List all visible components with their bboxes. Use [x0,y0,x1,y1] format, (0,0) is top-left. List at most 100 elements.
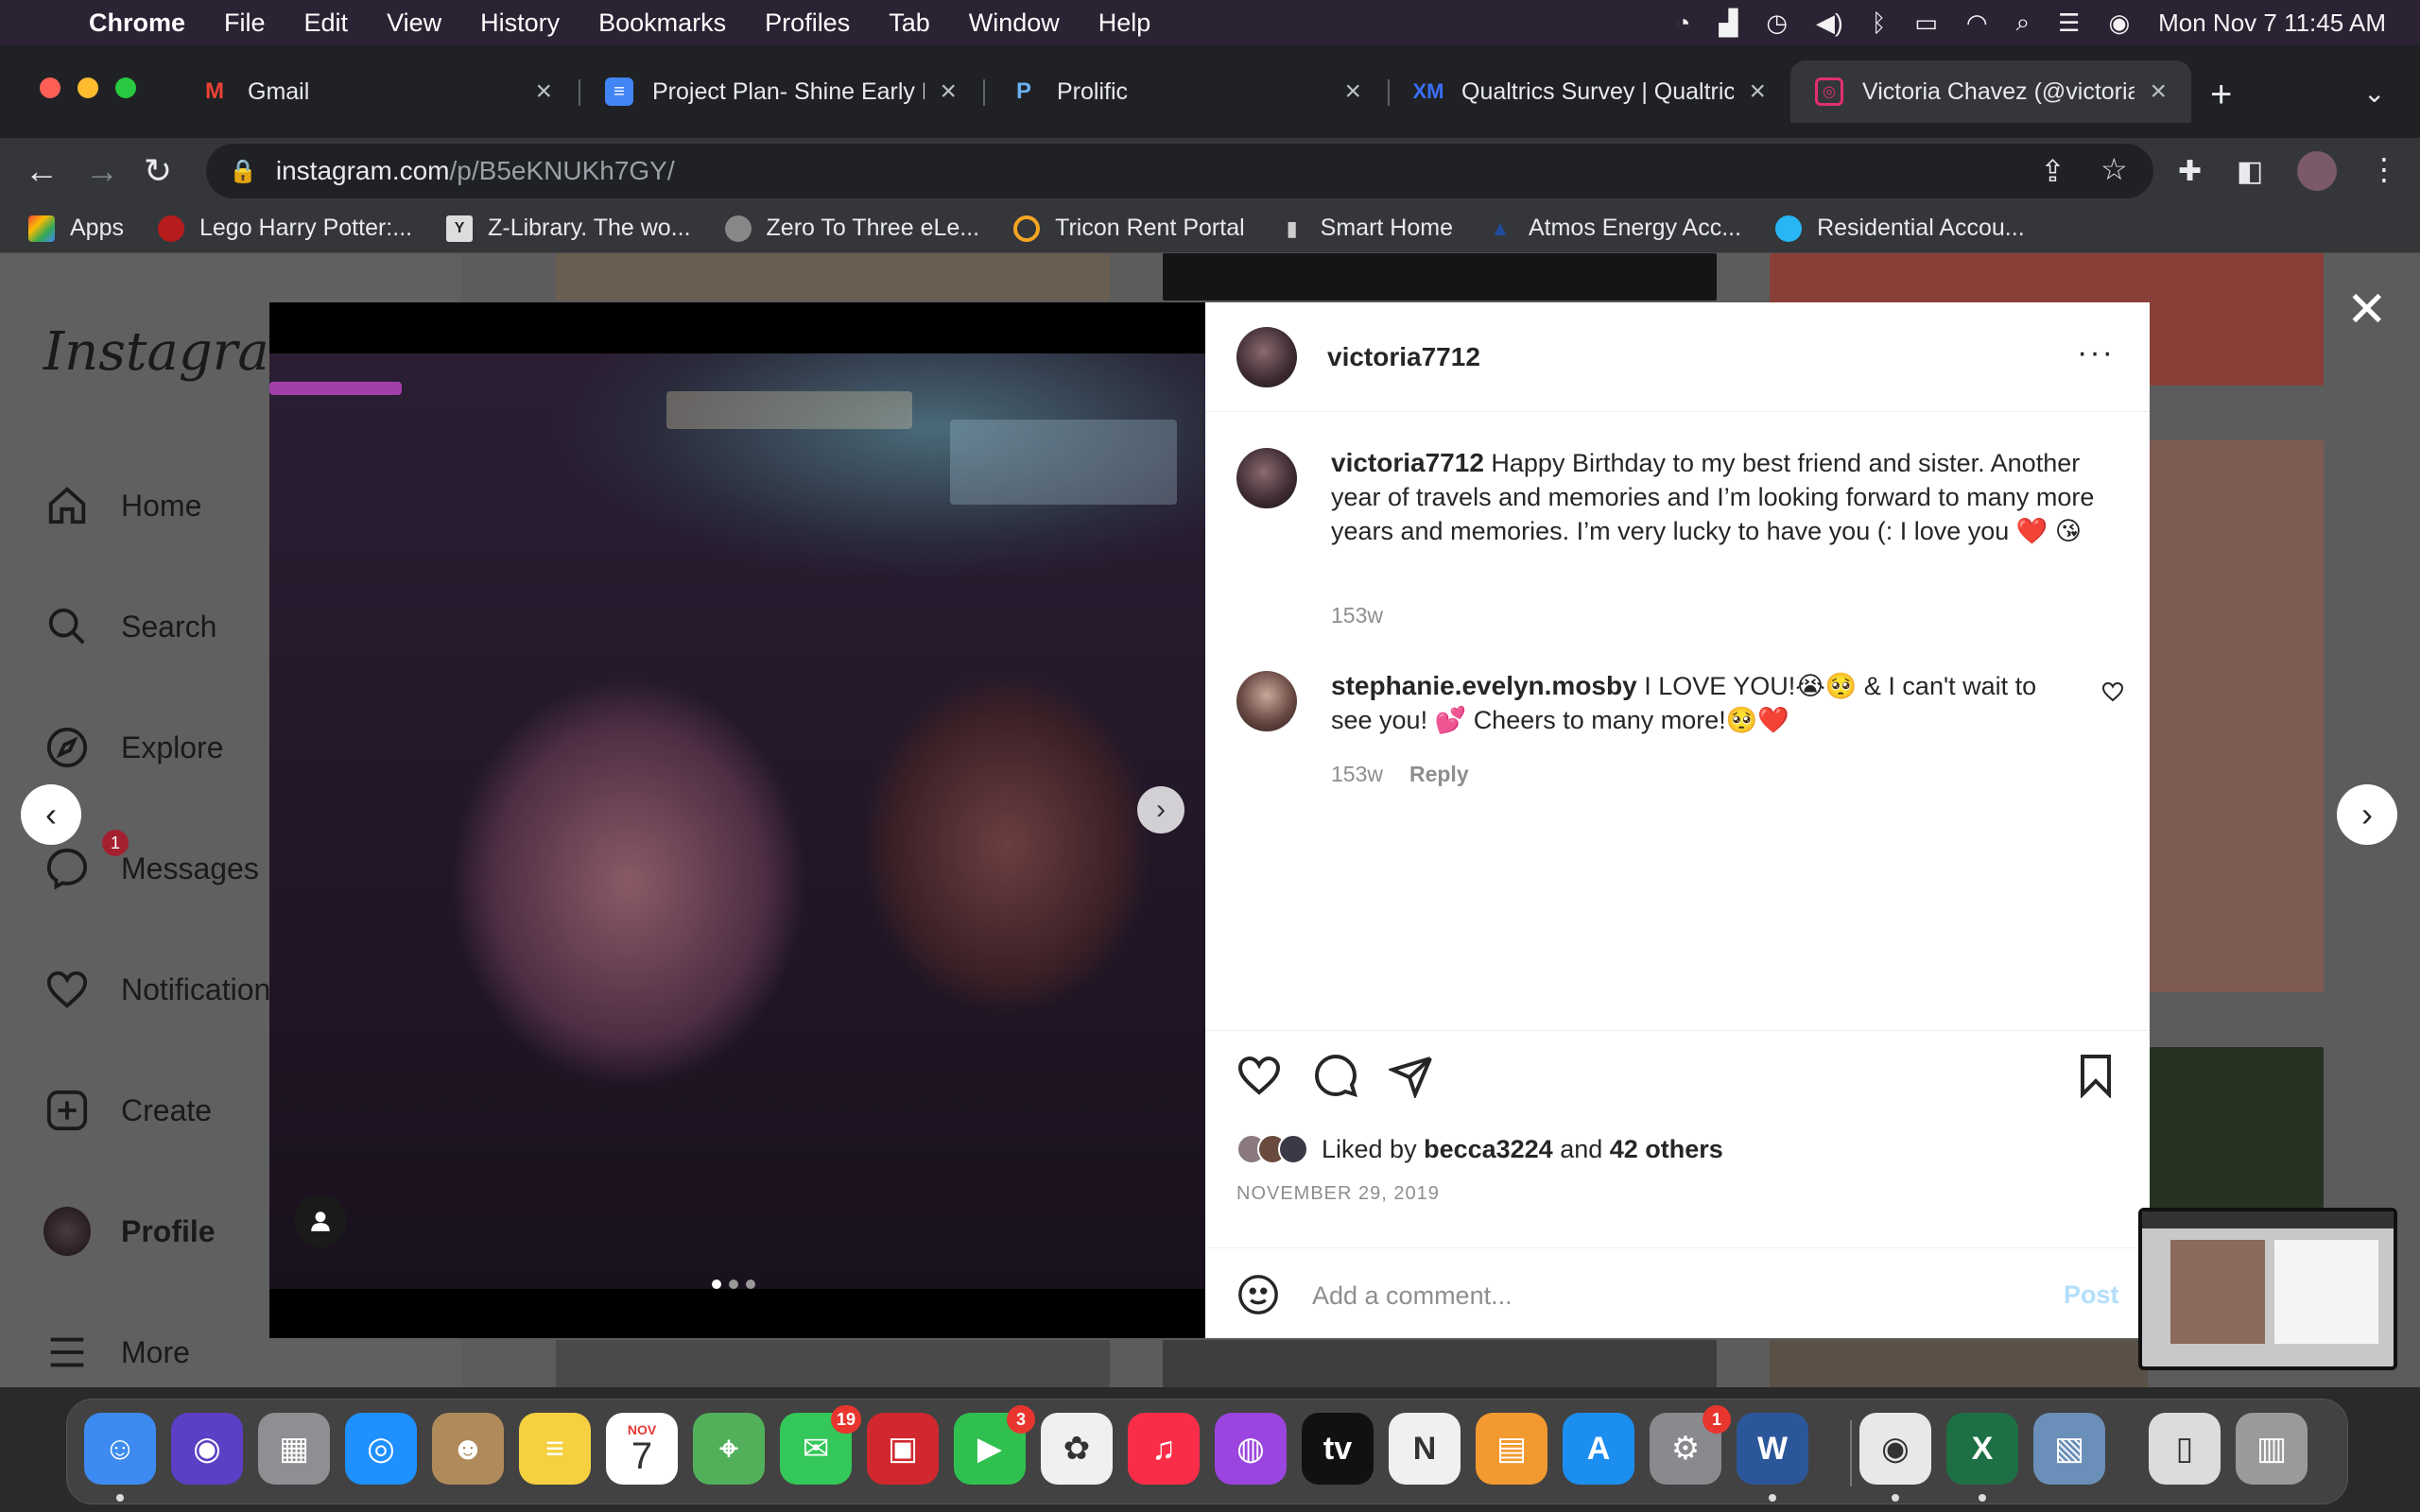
dock-podcasts-icon[interactable]: ◍ [1215,1413,1287,1485]
caption-username[interactable]: victoria7712 [1331,448,1484,477]
bookmark-tricon[interactable]: Tricon Rent Portal [1013,215,1245,242]
author-avatar[interactable] [1236,327,1297,387]
new-tab-button[interactable]: + [2210,74,2232,116]
dock-excel-icon[interactable]: X [1946,1413,2018,1485]
nav-create[interactable]: Create [43,1087,212,1134]
caption-avatar[interactable] [1236,448,1297,508]
feed-tile[interactable] [556,253,1110,301]
nav-search[interactable]: Search [43,603,216,650]
close-icon[interactable]: × [1749,76,1766,108]
reply-link[interactable]: Reply [1409,762,1469,786]
feed-tile[interactable] [556,1340,1110,1387]
post-date[interactable]: NOVEMBER 29, 2019 [1236,1183,1440,1205]
dock-messages-icon[interactable]: ✉ 19 [780,1405,861,1485]
emoji-icon[interactable] [1236,1273,1280,1321]
tab-project-plan[interactable]: ≡ Project Plan- Shine Early L × [580,60,981,123]
feed-tile[interactable] [2150,440,2324,992]
menu-help[interactable]: Help [1098,9,1151,38]
close-icon[interactable]: × [1344,76,1361,108]
lock-icon[interactable]: 🔒 [229,158,257,185]
tab-gmail[interactable]: M Gmail × [176,60,577,123]
dock-calendar-icon[interactable]: NOV 7 [606,1413,678,1485]
menu-app-name[interactable]: Chrome [89,9,185,38]
dock-trash-icon[interactable]: ▥ [2236,1413,2308,1485]
dock-siri-icon[interactable]: ◉ [171,1413,243,1485]
feed-tile[interactable] [1163,253,1717,301]
caption-timestamp[interactable]: 153w [1331,603,1383,628]
comment-username[interactable]: stephanie.evelyn.mosby [1331,671,1637,700]
dock-app-store-icon[interactable]: A [1563,1413,1634,1485]
focus-icon[interactable]: ◔ [1676,9,1691,38]
menu-tab[interactable]: Tab [889,9,930,38]
dock-maps-icon[interactable]: ⌖ [693,1413,765,1485]
bookmark-z-library[interactable]: Y Z-Library. The wo... [446,215,691,242]
dock-finder-icon[interactable]: ☺ [84,1413,156,1485]
bookmark-lego-harry-potter[interactable]: Lego Harry Potter:... [157,215,412,242]
dock-launchpad-icon[interactable]: ▦ [258,1413,330,1485]
menu-file[interactable]: File [224,9,266,38]
dock-documents-icon[interactable]: ▯ [2149,1413,2221,1485]
dock-facetime-icon[interactable]: ▶ 3 [954,1405,1035,1485]
commenter-avatar[interactable] [1236,671,1297,731]
tab-search-icon[interactable]: ⌄ [2363,77,2385,109]
liker-avatar[interactable] [1278,1134,1308,1164]
nav-notifications[interactable]: Notifications [43,966,285,1013]
dock-music-icon[interactable]: ♫ [1128,1413,1200,1485]
dock-system-preferences-icon[interactable]: ⚙ 1 [1650,1405,1731,1485]
dock-preview-icon[interactable]: ▧ [2033,1413,2105,1485]
save-bookmark-icon[interactable] [2073,1053,2118,1103]
comment-timestamp[interactable]: 153w [1331,762,1383,786]
notification-icon[interactable]: ▟ [1719,9,1737,38]
menu-history[interactable]: History [480,9,560,38]
forward-icon[interactable]: → [85,151,119,191]
close-icon[interactable]: × [535,76,552,108]
liked-others-link[interactable]: 42 others [1610,1135,1723,1163]
menu-edit[interactable]: Edit [304,9,349,38]
bookmark-smart-home[interactable]: ▮ Smart Home [1279,215,1453,242]
volume-icon[interactable]: ◀) [1816,9,1843,38]
dock-photos-icon[interactable]: ✿ [1041,1413,1113,1485]
dock-books-icon[interactable]: ▤ [1476,1413,1547,1485]
time-machine-icon[interactable]: ◷ [1766,9,1788,38]
bookmark-atmos-energy[interactable]: ▲ Atmos Energy Acc... [1487,215,1741,242]
dock-chrome-icon[interactable]: ◉ [1859,1413,1931,1485]
extensions-icon[interactable]: ✚ [2178,155,2202,188]
back-icon[interactable]: ← [25,151,59,191]
bookmark-apps[interactable]: Apps [28,215,124,242]
post-comment-button[interactable]: Post [2064,1280,2119,1310]
dock-photo-booth-icon[interactable]: ▣ [867,1413,939,1485]
nav-home[interactable]: Home [43,482,201,529]
control-center-icon[interactable]: ☰ [2058,9,2080,38]
side-panel-icon[interactable]: ◧ [2237,155,2263,188]
window-minimize-button[interactable] [78,77,98,98]
nav-more[interactable]: More [43,1329,190,1376]
bookmark-star-icon[interactable]: ☆ [2100,151,2128,187]
window-zoom-button[interactable] [115,77,136,98]
next-post-button[interactable]: › [2337,784,2397,845]
dock-contacts-icon[interactable]: ☻ [432,1413,504,1485]
battery-icon[interactable]: ▭ [1914,9,1938,38]
feed-tile[interactable] [1163,1340,1717,1387]
tab-instagram[interactable]: ◎ Victoria Chavez (@victoria × [1790,60,2191,123]
author-username[interactable]: victoria7712 [1327,342,1480,372]
like-comment-icon[interactable] [2101,680,2124,708]
close-icon[interactable]: × [2150,76,2167,108]
previous-post-button[interactable]: ‹ [21,784,81,845]
menu-window[interactable]: Window [969,9,1060,38]
siri-icon[interactable]: ◉ [2108,9,2130,38]
close-modal-icon[interactable]: ✕ [2346,282,2388,338]
comment-input[interactable] [1312,1279,2031,1313]
profile-avatar[interactable] [2297,151,2337,191]
carousel-next-button[interactable]: › [1137,786,1184,833]
post-photo[interactable] [269,353,1205,1289]
share-icon[interactable]: ⇪ [2040,153,2066,189]
spotlight-search-icon[interactable]: ⌕ [2016,8,2031,38]
nav-messages[interactable]: 1 Messages [43,830,259,892]
dock-word-icon[interactable]: W [1737,1413,1808,1485]
tab-prolific[interactable]: P Prolific × [985,60,1386,123]
menu-clock[interactable]: Mon Nov 7 11:45 AM [2158,9,2386,38]
dock-news-icon[interactable]: N [1389,1413,1461,1485]
dock-notes-icon[interactable]: ≡ [519,1413,591,1485]
chrome-menu-icon[interactable]: ⋮ [2369,151,2399,187]
comment-icon[interactable] [1313,1053,1358,1103]
